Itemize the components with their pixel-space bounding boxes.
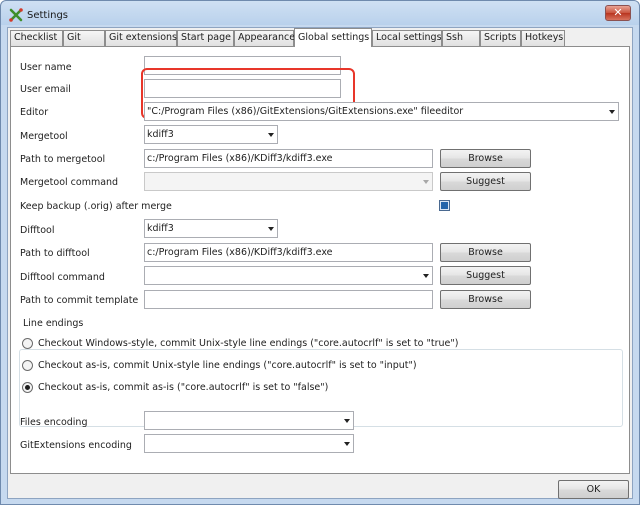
tab-appearance[interactable]: Appearance — [234, 30, 295, 46]
tab-git-extensions[interactable]: Git extensions — [105, 30, 177, 46]
chevron-down-icon — [423, 274, 429, 278]
keep-backup-checkbox[interactable] — [439, 200, 450, 211]
gitextensions-logo-icon — [9, 8, 23, 22]
tab-start-page[interactable]: Start page — [177, 30, 234, 46]
files-encoding-combo[interactable] — [144, 411, 354, 430]
radio-autocrlf-true[interactable] — [22, 338, 33, 349]
tab-hotkeys[interactable]: Hotkeys — [521, 30, 565, 46]
gitextensions-encoding-label: GitExtensions encoding — [20, 440, 132, 451]
tab-checklist[interactable]: Checklist — [10, 30, 63, 46]
user-name-label: User name — [20, 62, 72, 73]
radio-autocrlf-false-label[interactable]: Checkout as-is, commit as-is ("core.auto… — [38, 382, 328, 393]
title-bar[interactable]: Settings ✕ — [1, 1, 639, 29]
browse-mergetool-button[interactable]: Browse — [440, 149, 531, 168]
mergetool-combo[interactable]: kdiff3 — [144, 125, 278, 144]
difftool-combo[interactable]: kdiff3 — [144, 219, 278, 238]
global-settings-panel: User name User email Editor "C:/Program … — [10, 46, 630, 474]
path-to-difftool-input[interactable]: c:/Program Files (x86)/KDiff3/kdiff3.exe — [144, 243, 433, 262]
suggest-mergetool-button[interactable]: Suggest — [440, 172, 531, 191]
tab-global-settings[interactable]: Global settings — [294, 28, 372, 47]
radio-autocrlf-false[interactable] — [22, 382, 33, 393]
files-encoding-label: Files encoding — [20, 417, 88, 428]
editor-label: Editor — [20, 107, 49, 118]
difftool-command-combo[interactable] — [144, 266, 433, 285]
path-to-difftool-label: Path to difftool — [20, 248, 90, 259]
chevron-down-icon — [609, 110, 615, 114]
keep-backup-label: Keep backup (.orig) after merge — [20, 201, 172, 212]
close-button[interactable]: ✕ — [605, 5, 631, 21]
radio-autocrlf-input[interactable] — [22, 360, 33, 371]
settings-window: Settings ✕ Checklist Git Git extensions … — [0, 0, 640, 505]
mergetool-command-label: Mergetool command — [20, 177, 119, 188]
gitextensions-encoding-combo[interactable] — [144, 434, 354, 453]
mergetool-command-combo[interactable] — [144, 172, 433, 191]
chevron-down-icon — [423, 180, 429, 184]
radio-selected-dot — [25, 385, 30, 390]
path-to-commit-template-label: Path to commit template — [20, 295, 139, 306]
user-email-label: User email — [20, 84, 71, 95]
tab-git[interactable]: Git — [63, 30, 105, 46]
difftool-value: kdiff3 — [147, 223, 174, 234]
checkbox-checked-mark — [441, 202, 448, 209]
difftool-command-label: Difftool command — [20, 272, 105, 283]
ok-button[interactable]: OK — [558, 480, 629, 499]
editor-combo[interactable]: "C:/Program Files (x86)/GitExtensions/Gi… — [144, 102, 619, 121]
line-endings-title: Line endings — [21, 318, 86, 329]
path-to-commit-template-input[interactable] — [144, 290, 433, 309]
dialog-client-area: Checklist Git Git extensions Start page … — [7, 27, 633, 499]
path-to-mergetool-input[interactable]: c:/Program Files (x86)/KDiff3/kdiff3.exe — [144, 149, 433, 168]
tab-local-settings[interactable]: Local settings — [372, 30, 442, 46]
suggest-difftool-button[interactable]: Suggest — [440, 266, 531, 285]
chevron-down-icon — [268, 227, 274, 231]
chevron-down-icon — [268, 133, 274, 137]
tab-scripts[interactable]: Scripts — [480, 30, 521, 46]
radio-autocrlf-input-label[interactable]: Checkout as-is, commit Unix-style line e… — [38, 360, 417, 371]
chevron-down-icon — [344, 442, 350, 446]
path-to-mergetool-label: Path to mergetool — [20, 154, 106, 165]
mergetool-label: Mergetool — [20, 131, 68, 142]
tab-ssh[interactable]: Ssh — [442, 30, 480, 46]
window-title: Settings — [27, 10, 69, 21]
radio-autocrlf-true-label[interactable]: Checkout Windows-style, commit Unix-styl… — [38, 338, 458, 349]
chevron-down-icon — [344, 419, 350, 423]
difftool-label: Difftool — [20, 225, 55, 236]
editor-value: "C:/Program Files (x86)/GitExtensions/Gi… — [147, 106, 464, 117]
browse-commit-template-button[interactable]: Browse — [440, 290, 531, 309]
browse-difftool-button[interactable]: Browse — [440, 243, 531, 262]
mergetool-value: kdiff3 — [147, 129, 174, 140]
